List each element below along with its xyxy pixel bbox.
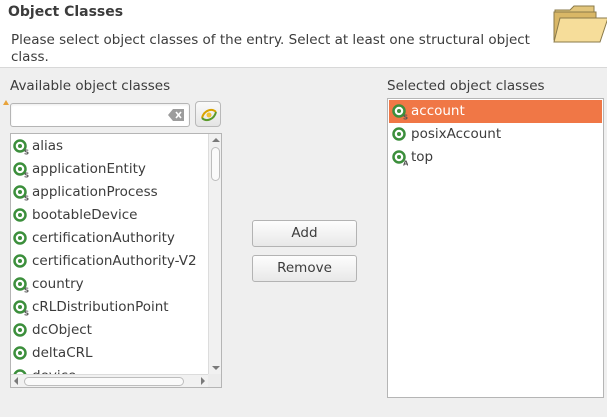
object-class-icon: S — [392, 104, 408, 120]
folder-icon — [553, 5, 607, 43]
wizard-header: Object Classes Please select object clas… — [0, 0, 607, 68]
list-item[interactable]: SapplicationProcess — [11, 181, 207, 204]
object-class-icon — [13, 231, 27, 245]
page-title: Object Classes — [8, 4, 124, 20]
scroll-corner — [208, 374, 221, 387]
scrollbar-thumb[interactable] — [211, 147, 220, 181]
object-class-icon — [13, 346, 27, 360]
list-item-label: top — [411, 149, 434, 165]
filter-input[interactable] — [15, 106, 165, 124]
page-description: Please select object classes of the entr… — [11, 32, 530, 65]
scroll-left-icon[interactable] — [14, 377, 18, 385]
list-item[interactable]: Scountry — [11, 273, 207, 296]
list-item-label: posixAccount — [411, 126, 502, 142]
available-label: Available object classes — [10, 78, 171, 94]
scroll-right-icon[interactable] — [201, 377, 205, 385]
selected-list-item[interactable]: Atop — [389, 146, 602, 169]
svg-text:S: S — [24, 310, 29, 317]
selected-classes-list[interactable]: Saccount posixAccount Atop — [387, 98, 604, 398]
svg-text:S: S — [24, 149, 29, 156]
object-class-icon: S — [13, 300, 29, 316]
list-item[interactable]: ScRLDistributionPoint — [11, 296, 207, 319]
object-class-icon — [392, 127, 406, 141]
list-item[interactable]: Salias — [11, 135, 207, 158]
add-button[interactable]: Add — [252, 220, 357, 247]
list-item-label: alias — [32, 138, 64, 154]
scroll-up-icon[interactable] — [212, 138, 220, 142]
list-item[interactable]: deltaCRL — [11, 342, 207, 365]
svg-text:S: S — [403, 114, 408, 121]
object-class-icon: A — [392, 150, 408, 166]
required-marker-icon — [3, 100, 9, 105]
object-class-icon — [13, 323, 27, 337]
clear-icon[interactable] — [168, 109, 184, 121]
list-item-label: applicationProcess — [32, 184, 158, 200]
list-item-label: applicationEntity — [32, 161, 146, 177]
scrollbar-thumb[interactable] — [24, 377, 184, 386]
list-item-label: dcObject — [32, 322, 92, 338]
list-item[interactable]: SapplicationEntity — [11, 158, 207, 181]
object-class-icon: S — [13, 185, 29, 201]
list-item[interactable]: bootableDevice — [11, 204, 207, 227]
list-item[interactable]: certificationAuthority-V2 — [11, 250, 207, 273]
selected-list-item[interactable]: Saccount — [389, 100, 602, 123]
list-item-label: country — [32, 276, 84, 292]
scroll-down-icon[interactable] — [212, 366, 220, 370]
object-class-icon — [13, 254, 27, 268]
vertical-scrollbar[interactable] — [208, 134, 221, 374]
object-class-icon — [13, 208, 27, 222]
list-item-label: deltaCRL — [32, 345, 93, 361]
list-item-label: certificationAuthority — [32, 230, 175, 246]
svg-text:S: S — [24, 195, 29, 202]
object-class-icon: S — [13, 139, 29, 155]
list-item-label: cRLDistributionPoint — [32, 299, 169, 315]
object-class-icon: S — [13, 162, 29, 178]
filter-field[interactable] — [10, 103, 190, 127]
svg-text:A: A — [403, 160, 408, 167]
filter-button[interactable] — [195, 101, 221, 127]
available-classes-list[interactable]: Salias SapplicationEntity SapplicationProc… — [10, 133, 222, 388]
list-item[interactable]: certificationAuthority — [11, 227, 207, 250]
list-item[interactable]: dcObject — [11, 319, 207, 342]
list-item-label: certificationAuthority-V2 — [32, 253, 197, 269]
filter-icon — [201, 109, 217, 121]
object-class-icon: S — [13, 277, 29, 293]
list-item-label: bootableDevice — [32, 207, 138, 223]
svg-text:S: S — [24, 172, 29, 179]
horizontal-scrollbar[interactable] — [11, 374, 208, 387]
selected-list-item[interactable]: posixAccount — [389, 123, 602, 146]
selected-label: Selected object classes — [387, 78, 545, 94]
list-item-label: account — [411, 103, 465, 119]
remove-button[interactable]: Remove — [252, 255, 357, 282]
svg-text:S: S — [24, 287, 29, 294]
